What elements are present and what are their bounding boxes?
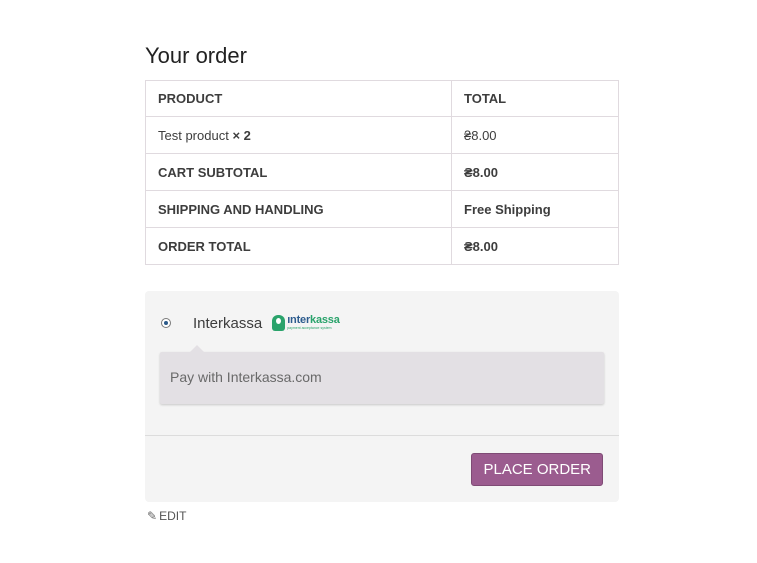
pencil-icon: ✎ — [147, 509, 158, 523]
interkassa-logo-text: ınterkassa payment acceptance system — [287, 314, 340, 331]
shipping-value: Free Shipping — [451, 190, 619, 228]
order-total-value: ₴8.00 — [451, 227, 619, 265]
shipping-row: SHIPPING AND HANDLING Free Shipping — [145, 190, 619, 228]
order-table: PRODUCT TOTAL Test product × 2 ₴8.00 CAR… — [145, 80, 619, 265]
interkassa-logo-icon — [272, 315, 286, 331]
product-name: Test product — [158, 127, 229, 143]
order-total-label: ORDER TOTAL — [145, 227, 452, 265]
payment-method-label[interactable]: Interkassa — [193, 315, 262, 332]
shipping-label: SHIPPING AND HANDLING — [145, 190, 452, 228]
table-header-row: PRODUCT TOTAL — [145, 80, 619, 117]
subtotal-value: ₴8.00 — [451, 153, 619, 191]
order-total-row: ORDER TOTAL ₴8.00 — [145, 227, 619, 265]
payment-method-interkassa[interactable]: Interkassa ınterkassa payment acceptance… — [161, 313, 340, 333]
product-cell: Test product × 2 — [145, 116, 452, 154]
edit-link[interactable]: ✎ EDIT — [147, 509, 186, 523]
interkassa-logo: ınterkassa payment acceptance system — [272, 314, 340, 331]
edit-label[interactable]: EDIT — [159, 509, 186, 523]
place-order-button[interactable]: PLACE ORDER — [471, 453, 603, 486]
subtotal-label: CART SUBTOTAL — [145, 153, 452, 191]
order-heading: Your order — [145, 43, 247, 68]
payment-method-radio[interactable] — [161, 318, 171, 328]
divider — [145, 435, 619, 436]
product-total: ₴8.00 — [451, 116, 619, 154]
subtotal-row: CART SUBTOTAL ₴8.00 — [145, 153, 619, 191]
product-column-header: PRODUCT — [145, 80, 452, 117]
logo-tagline: payment acceptance system — [287, 326, 332, 331]
product-quantity: × 2 — [232, 127, 251, 143]
payment-section: Interkassa ınterkassa payment acceptance… — [145, 291, 619, 502]
logo-word-a: ınter — [287, 314, 311, 327]
logo-word-b: kassa — [310, 314, 340, 327]
payment-description-box: Pay with Interkassa.com — [160, 345, 604, 404]
payment-description: Pay with Interkassa.com — [170, 369, 322, 385]
table-row: Test product × 2 ₴8.00 — [145, 116, 619, 154]
total-column-header: TOTAL — [451, 80, 619, 117]
order-review: Your order PRODUCT TOTAL Test product × … — [145, 40, 619, 502]
